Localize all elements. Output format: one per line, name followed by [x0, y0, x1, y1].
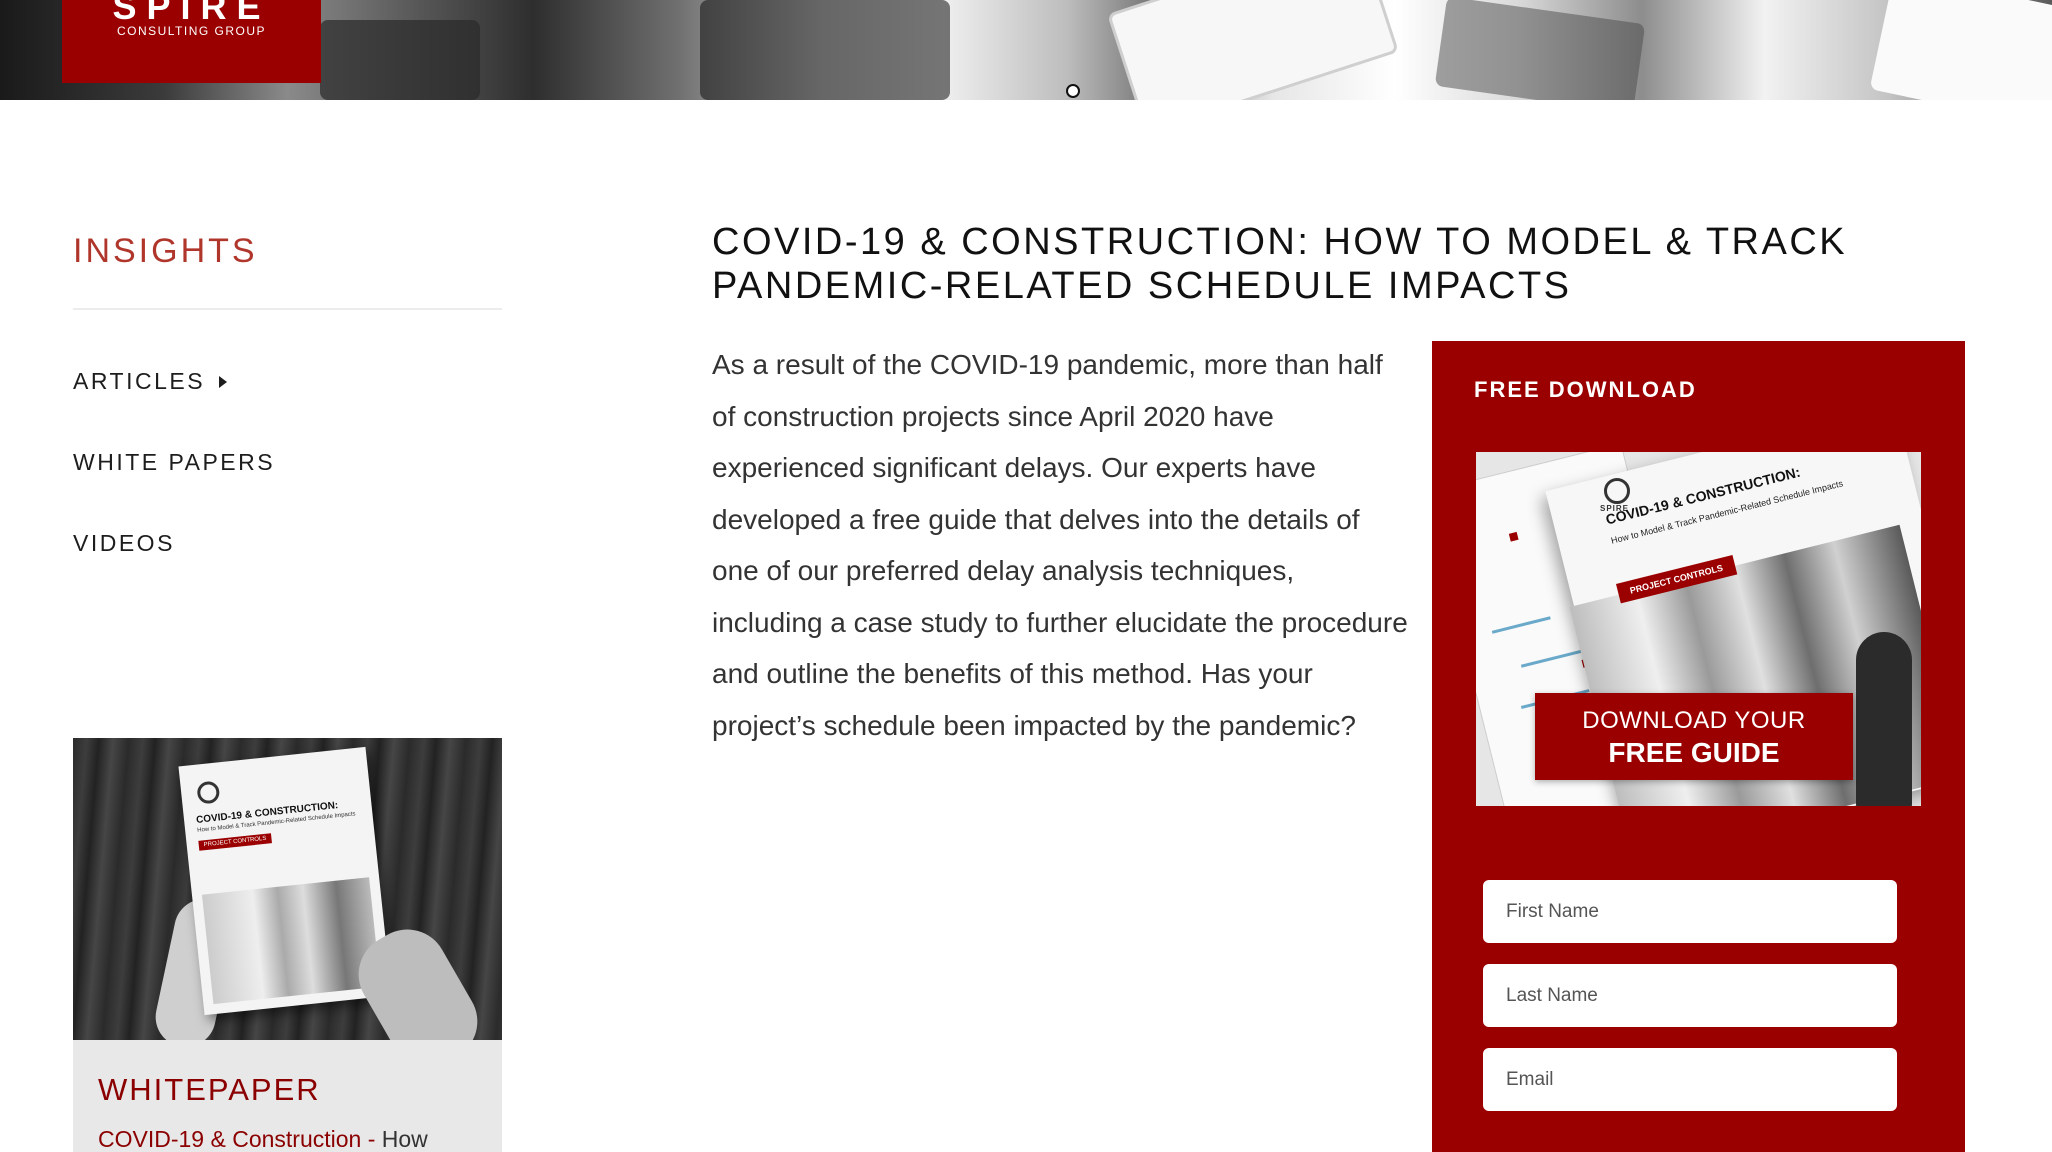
promo-link-highlight: COVID-19 & Construction - [98, 1126, 382, 1152]
logo-mark: SPIRE [112, 0, 271, 27]
sidebar-item-label: WHITE PAPERS [73, 449, 276, 475]
sidebar-item-label: ARTICLES [73, 368, 206, 394]
sidebar-item-videos[interactable]: VIDEOS [73, 530, 275, 611]
spire-logo-icon [196, 780, 221, 805]
guide-cover-image[interactable]: SPIRE COVID-19 & CONSTRUCTION: How to Mo… [1476, 452, 1921, 806]
booklet-skyline [201, 877, 381, 1005]
sidebar-nav: ARTICLES WHITE PAPERS VIDEOS [73, 368, 275, 611]
intro-paragraph: As a result of the COVID-19 pandemic, mo… [712, 349, 1408, 741]
sidebar-item-articles[interactable]: ARTICLES [73, 368, 275, 449]
hero-photo-hand [1434, 0, 1646, 100]
sidebar-item-white-papers[interactable]: WHITE PAPERS [73, 449, 275, 530]
hero-photo-tablet [1107, 0, 1399, 100]
sidebar-divider [73, 308, 502, 310]
download-form-panel: FREE DOWNLOAD SPIRE COVID-19 & CONSTRUCT… [1432, 341, 1965, 1152]
download-title: FREE DOWNLOAD [1474, 377, 1697, 402]
cover-marker [1508, 531, 1519, 542]
promo-link[interactable]: COVID-19 & Construction - How [98, 1126, 428, 1152]
download-guide-button[interactable]: DOWNLOAD YOUR FREE GUIDE [1535, 693, 1853, 780]
cta-line2: FREE GUIDE [1608, 737, 1780, 768]
sidebar-item-label: VIDEOS [73, 530, 175, 556]
hero-photo-figure [320, 20, 480, 100]
hero-photo-detail [1066, 84, 1080, 98]
cta-line1: DOWNLOAD YOUR [1582, 707, 1806, 734]
promo-link-rest: How [381, 1126, 428, 1152]
last-name-field[interactable] [1483, 964, 1897, 1027]
booklet-tag: PROJECT CONTROLS [198, 833, 272, 851]
hero-photo-paper [1869, 0, 2052, 100]
caret-right-icon[interactable] [219, 376, 228, 388]
cover-bar [1491, 616, 1551, 634]
page-title: COVID-19 & CONSTRUCTION: HOW TO MODEL & … [712, 221, 1848, 307]
email-field[interactable] [1483, 1048, 1897, 1111]
promo-category-label: WHITEPAPER [98, 1072, 321, 1107]
hero-photo-shadow [700, 0, 950, 100]
whitepaper-promo-image: COVID-19 & CONSTRUCTION: How to Model & … [73, 738, 502, 1040]
site-logo[interactable]: SPIRE CONSULTING GROUP [62, 0, 321, 83]
cover-person [1856, 632, 1912, 806]
logo-subtitle: CONSULTING GROUP [116, 24, 267, 38]
first-name-field[interactable] [1483, 880, 1897, 943]
sidebar-title: INSIGHTS [73, 232, 258, 270]
spire-logo-icon [1604, 478, 1630, 504]
whitepaper-promo-card[interactable]: COVID-19 & CONSTRUCTION: How to Model & … [73, 738, 502, 1152]
